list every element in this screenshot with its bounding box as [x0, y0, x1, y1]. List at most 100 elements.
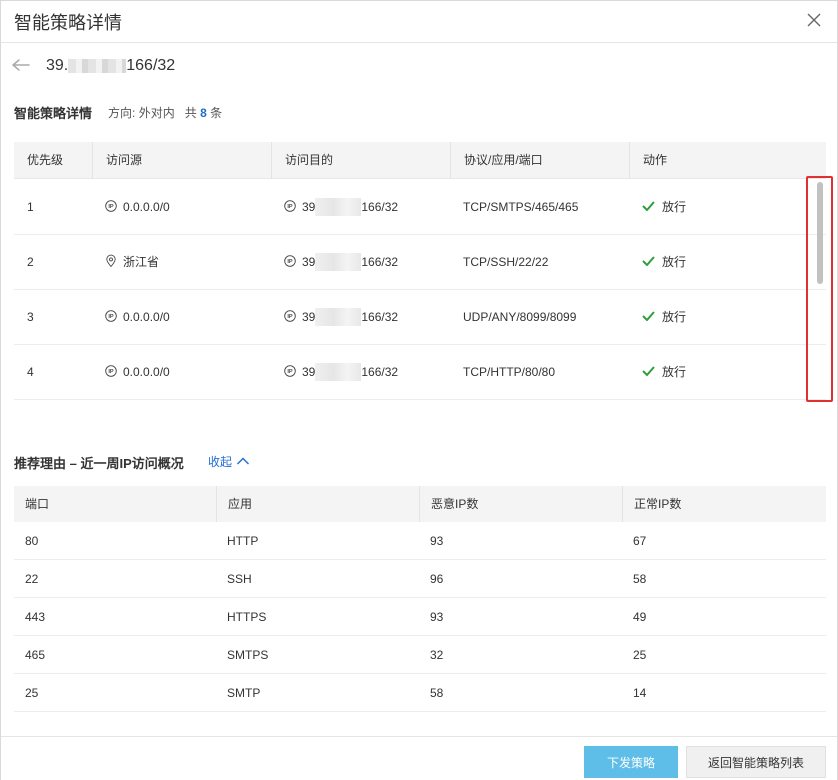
masked-ip-segment	[315, 362, 362, 381]
port-cell: 80	[25, 534, 39, 548]
source-value: 0.0.0.0/0	[123, 310, 170, 324]
port-cell: 443	[25, 610, 46, 624]
column-header-priority: 优先级	[27, 153, 64, 167]
dest-prefix: 39	[302, 310, 316, 324]
priority-cell: 2	[27, 255, 34, 269]
dest-suffix: 166/32	[361, 365, 399, 379]
column-header-source: 访问源	[92, 142, 271, 179]
column-header-app: 应用	[216, 486, 419, 522]
app-cell: SMTP	[227, 686, 261, 700]
protocol-cell: TCP/SMTPS/465/465	[463, 200, 579, 214]
app-cell: HTTPS	[227, 610, 267, 624]
ip-icon: IP	[284, 255, 296, 268]
malicious-cell: 93	[430, 534, 444, 548]
count-suffix: 条	[210, 106, 223, 120]
port-cell: 25	[25, 686, 39, 700]
ip-icon: IP	[284, 365, 296, 378]
app-cell: SMTPS	[227, 648, 269, 662]
malicious-cell: 96	[430, 572, 444, 586]
table-row: 4 IP 0.0.0.0/0 IP 39 166/32 TCP/HTTP/80/80 …	[14, 345, 826, 400]
location-icon	[106, 254, 116, 268]
column-header-protocol: 协议/应用/端口	[450, 142, 629, 179]
port-cell: 22	[25, 572, 39, 586]
dest-prefix: 39	[302, 365, 316, 379]
destination-cell: IP 39 166/32	[271, 180, 398, 234]
source-cell: IP 0.0.0.0/0	[92, 180, 170, 234]
ip-icon: IP	[284, 310, 296, 323]
normal-cell: 58	[633, 572, 647, 586]
action-cell: 放行	[629, 235, 686, 289]
direction-label: 方向:	[108, 106, 136, 120]
check-icon	[642, 256, 655, 267]
source-value: 浙江省	[123, 255, 160, 269]
column-header-malicious: 恶意IP数	[419, 486, 622, 522]
malicious-cell: 93	[430, 610, 444, 624]
close-icon[interactable]	[801, 7, 827, 33]
back-to-list-button[interactable]: 返回智能策略列表	[686, 746, 826, 778]
ip-icon: IP	[105, 310, 117, 323]
protocol-cell: TCP/SSH/22/22	[463, 255, 549, 269]
dest-prefix: 39	[302, 255, 316, 269]
action-cell: 放行	[629, 180, 686, 234]
destination-cell: IP 39 166/32	[271, 345, 398, 399]
ip-suffix: 166/32	[126, 57, 176, 74]
scrollbar-thumb[interactable]	[817, 182, 823, 284]
action-cell: 放行	[629, 290, 686, 344]
dialog-title: 智能策略详情	[14, 13, 122, 33]
source-value: 0.0.0.0/0	[123, 365, 170, 379]
normal-cell: 14	[633, 686, 647, 700]
policy-table-scrollbar[interactable]	[817, 182, 823, 396]
svg-text:IP: IP	[108, 370, 114, 376]
count-prefix: 共	[184, 106, 197, 120]
collapse-label: 收起	[208, 455, 233, 469]
arrow-left-icon[interactable]	[11, 57, 31, 73]
normal-cell: 67	[633, 534, 647, 548]
ip-icon: IP	[105, 200, 117, 213]
masked-ip-segment	[315, 307, 362, 326]
action-value: 放行	[662, 255, 687, 269]
action-value: 放行	[662, 365, 687, 379]
svg-text:IP: IP	[287, 260, 293, 266]
app-cell: SSH	[227, 572, 252, 586]
svg-text:IP: IP	[287, 205, 293, 211]
masked-ip-segment	[315, 252, 362, 271]
destination-cell: IP 39 166/32	[271, 235, 398, 289]
priority-cell: 3	[27, 310, 34, 324]
malicious-cell: 58	[430, 686, 444, 700]
ip-icon: IP	[105, 365, 117, 378]
reason-section-title: 推荐理由 – 近一周IP访问概况	[14, 456, 184, 471]
check-icon	[642, 366, 655, 377]
action-value: 放行	[662, 310, 687, 324]
destination-cell: IP 39 166/32	[271, 290, 398, 344]
collapse-link[interactable]: 收起	[208, 453, 250, 470]
source-value: 0.0.0.0/0	[123, 200, 170, 214]
dest-prefix: 39	[302, 200, 316, 214]
ip-prefix: 39.	[46, 57, 69, 74]
svg-text:IP: IP	[108, 205, 114, 211]
normal-cell: 25	[633, 648, 647, 662]
action-value: 放行	[662, 200, 687, 214]
ip-stats-table-header: 端口 应用 恶意IP数 正常IP数	[14, 486, 826, 522]
check-icon	[642, 311, 655, 322]
policy-table-header: 优先级 访问源 访问目的 协议/应用/端口 动作	[14, 142, 826, 179]
priority-cell: 4	[27, 365, 34, 379]
table-row: 1 IP 0.0.0.0/0 IP 39 166/32 TCP/SMTPS/465/4…	[14, 180, 826, 235]
table-row: 443 HTTPS 93 49	[14, 598, 826, 636]
ip-icon: IP	[284, 200, 296, 213]
deploy-policy-button[interactable]: 下发策略	[584, 746, 678, 778]
dialog-footer: 下发策略 返回智能策略列表	[1, 736, 837, 780]
action-cell: 放行	[629, 345, 686, 399]
policy-meta: 方向: 外对内 共 8 条	[108, 104, 222, 121]
policy-detail-dialog: 智能策略详情 39. 166/32 智能策略详情 方向: 外对内 共 8 条 优先…	[0, 0, 838, 780]
app-cell: HTTP	[227, 534, 259, 548]
source-cell: IP 0.0.0.0/0	[92, 345, 170, 399]
table-row: 80 HTTP 93 67	[14, 522, 826, 560]
policy-count: 8	[200, 106, 207, 120]
column-header-port: 端口	[25, 497, 50, 511]
table-row: 22 SSH 96 58	[14, 560, 826, 598]
svg-text:IP: IP	[287, 315, 293, 321]
source-cell: IP 0.0.0.0/0	[92, 290, 170, 344]
priority-cell: 1	[27, 200, 34, 214]
dialog-header: 智能策略详情	[1, 1, 837, 43]
direction-value: 外对内	[138, 106, 175, 120]
